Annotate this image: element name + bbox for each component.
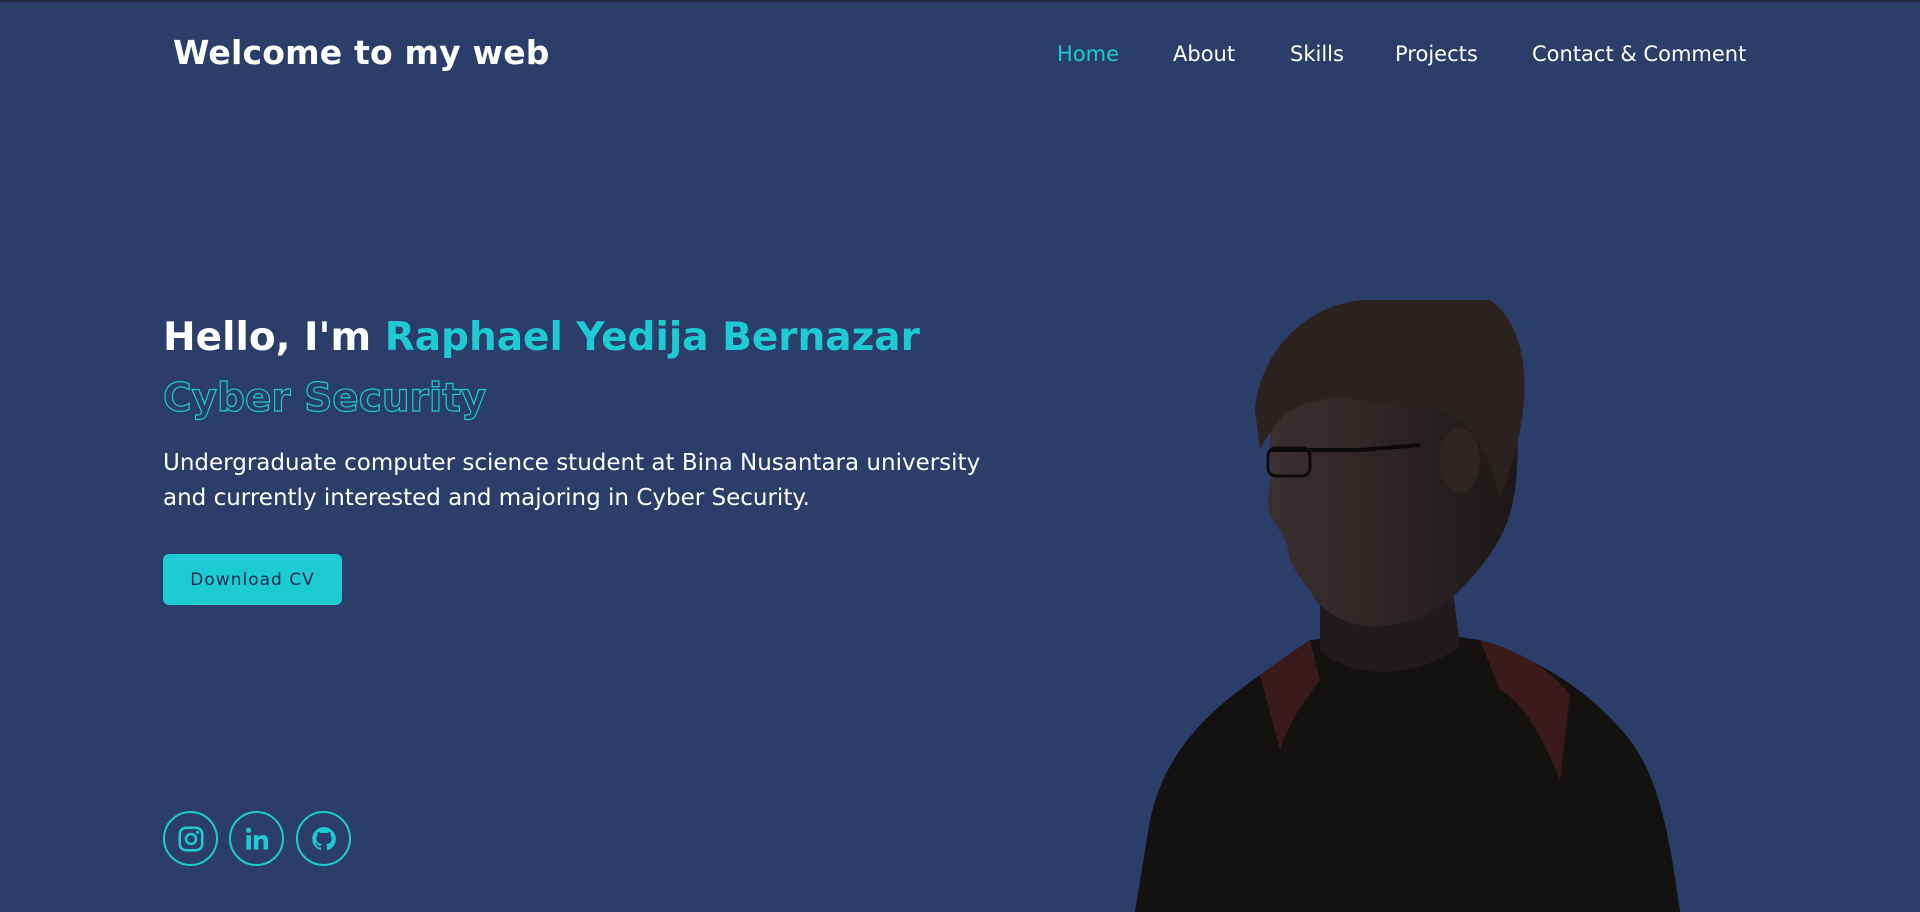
main-nav: Home About Skills Projects Contact & Com…	[0, 42, 1920, 72]
hero-title: Hello, I'm Raphael Yedija Bernazar	[163, 315, 920, 360]
nav-projects[interactable]: Projects	[1395, 42, 1478, 66]
nav-skills[interactable]: Skills	[1290, 42, 1344, 66]
github-link[interactable]	[296, 811, 351, 866]
profile-photo	[1135, 300, 1680, 912]
hero-name: Raphael Yedija Bernazar	[384, 315, 920, 360]
hero-role: Cyber Security	[162, 375, 487, 421]
site-header: Welcome to my web Home About Skills Proj…	[0, 0, 1920, 110]
linkedin-link[interactable]	[229, 811, 284, 866]
hero-greeting: Hello, I'm	[163, 315, 372, 360]
nav-about[interactable]: About	[1173, 42, 1235, 66]
instagram-icon	[178, 826, 203, 851]
nav-home[interactable]: Home	[1057, 42, 1119, 66]
github-icon	[311, 826, 336, 850]
nav-contact-comment[interactable]: Contact & Comment	[1532, 42, 1746, 66]
linkedin-icon	[245, 827, 268, 850]
hero-description: Undergraduate computer science student a…	[163, 450, 981, 511]
instagram-link[interactable]	[163, 811, 218, 866]
download-cv-button[interactable]: Download CV	[163, 554, 342, 605]
